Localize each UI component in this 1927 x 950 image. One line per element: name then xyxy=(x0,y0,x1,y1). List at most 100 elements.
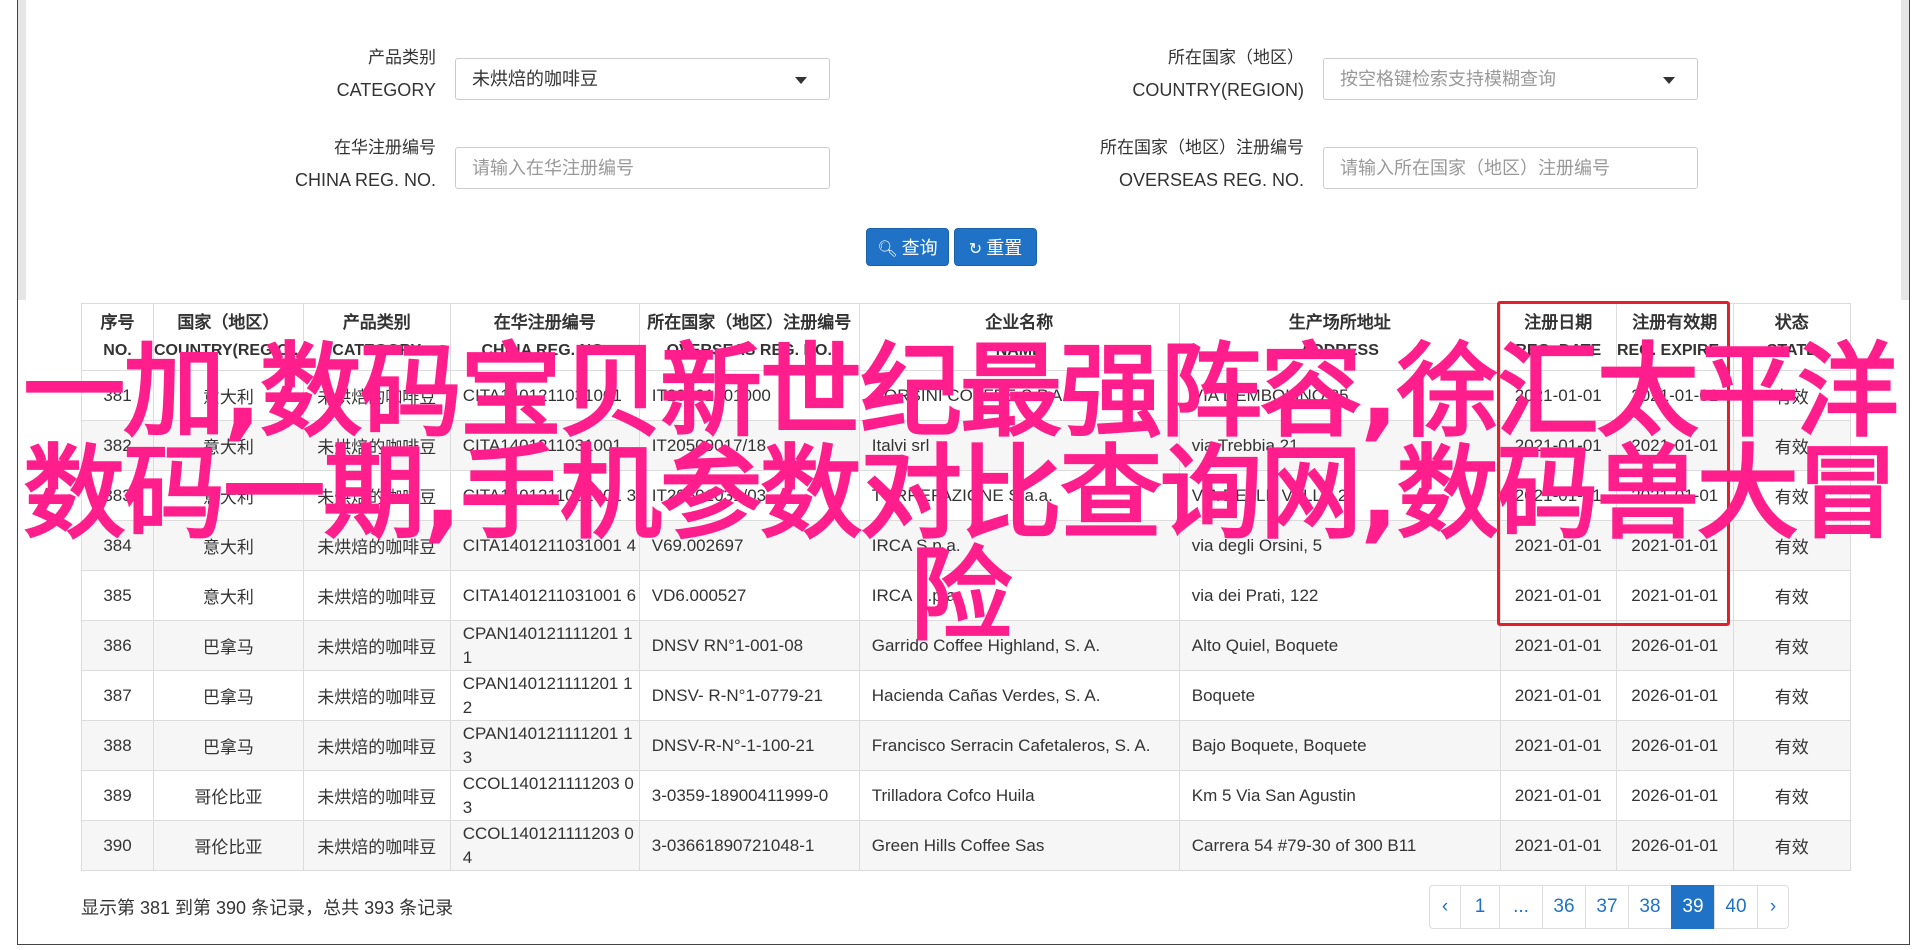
overseas-reg-input[interactable]: 请输入所在国家（地区）注册编号 xyxy=(1323,147,1698,189)
cell-reg-expire: 2026-01-01 xyxy=(1615,670,1734,721)
china-reg-input[interactable]: 请输入在华注册编号 xyxy=(455,147,830,189)
cell-country: 意大利 xyxy=(153,520,304,571)
cell-address: Bajo Boquete, Boquete xyxy=(1178,720,1501,771)
cell-name: IRCA S.p.a. xyxy=(858,520,1180,571)
country-select[interactable]: 按空格键检索支持模糊查询 xyxy=(1323,58,1698,100)
cell-name: IRCA S.p.a. xyxy=(858,570,1180,621)
cell-address: Alto Quiel, Boquete xyxy=(1178,620,1501,671)
cell-address: via Trebbia 21 xyxy=(1178,420,1501,471)
overseas-reg-label: 所在国家（地区）注册编号 OVERSEAS REG. NO. xyxy=(1100,138,1304,190)
cell-category: 未烘焙的咖啡豆 xyxy=(302,420,451,471)
cell-overseas-reg: IT20501001000 xyxy=(638,370,860,421)
cell-address: Carrera 54 #79-30 of 300 B11 xyxy=(1178,820,1501,871)
cell-overseas-reg: 3-0359-18900411999-0 xyxy=(638,770,860,821)
cell-name: Hacienda Cañas Verdes, S. A. xyxy=(858,670,1180,721)
cell-address: Km 5 Via San Agustin xyxy=(1178,770,1501,821)
cell-country: 哥伦比亚 xyxy=(153,770,304,821)
cell-state: 有效 xyxy=(1732,470,1851,521)
country-label: 所在国家（地区） COUNTRY(REGION) xyxy=(1132,48,1304,100)
cell-china-reg: CPAN140121111201 11 xyxy=(449,620,640,671)
cell-category: 未烘焙的咖啡豆 xyxy=(302,620,451,671)
cell-no: 383 xyxy=(81,470,154,521)
col-header-state[interactable]: 状态 STATE xyxy=(1732,303,1851,371)
cell-no: 385 xyxy=(81,570,154,621)
china-reg-label: 在华注册编号 CHINA REG. NO. xyxy=(294,138,436,190)
cell-reg-date: 2021-01-01 xyxy=(1499,820,1617,871)
chevron-down-icon xyxy=(1663,77,1675,84)
cell-country: 巴拿马 xyxy=(153,720,304,771)
cell-state: 有效 xyxy=(1732,820,1851,871)
cell-china-reg: CCOL140121111203 03 xyxy=(449,770,640,821)
cell-overseas-reg: IT20509017/18 xyxy=(638,420,860,471)
table-row[interactable]: 388 巴拿马 未烘焙的咖啡豆 CPAN140121111201 13 DNSV-R-N… xyxy=(81,720,1851,771)
cell-china-reg: CITA1401211031001 3 xyxy=(449,470,640,521)
cell-country: 哥伦比亚 xyxy=(153,820,304,871)
cell-state: 有效 xyxy=(1732,570,1851,621)
cell-overseas-reg: 3-03661890721048-1 xyxy=(638,820,860,871)
cell-country: 巴拿马 xyxy=(153,620,304,671)
col-header-china-reg[interactable]: 在华注册编号 CHINA REG. NO. xyxy=(449,303,640,371)
cell-category: 未烘焙的咖啡豆 xyxy=(302,520,451,571)
page-button-38[interactable]: 38 xyxy=(1628,885,1672,929)
table-row[interactable]: 387 巴拿马 未烘焙的咖啡豆 CPAN140121111201 12 DNSV- R-… xyxy=(81,670,1851,721)
cell-address: VIA DELLE VALLE 2 xyxy=(1178,470,1501,521)
prev-page-button[interactable]: ‹ xyxy=(1429,885,1461,929)
table-row[interactable]: 390 哥伦比亚 未烘焙的咖啡豆 CCOL140121111203 04 3-03661… xyxy=(81,820,1851,871)
page-button-39[interactable]: 39 xyxy=(1671,885,1715,929)
cell-name: CORSINI COFFEE S.P.A. xyxy=(858,370,1180,421)
cell-state: 有效 xyxy=(1732,720,1851,771)
cell-address: VIA DEMBOLINO 85 xyxy=(1178,370,1501,421)
cell-overseas-reg: DNSV- R-N°1-0779-21 xyxy=(638,670,860,721)
cell-china-reg: CPAN140121111201 12 xyxy=(449,670,640,721)
col-header-overseas-reg[interactable]: 所在国家（地区）注册编号 OVERSEAS REG. NO. xyxy=(638,303,860,371)
category-select[interactable]: 未烘焙的咖啡豆 xyxy=(455,58,830,100)
cell-reg-expire: 2026-01-01 xyxy=(1615,720,1734,771)
cell-reg-date: 2021-01-01 xyxy=(1499,720,1617,771)
pagination-info: 显示第 381 到第 390 条记录，总共 393 条记录 xyxy=(81,898,454,918)
table-row[interactable]: 389 哥伦比亚 未烘焙的咖啡豆 CCOL140121111203 03 3-0359-… xyxy=(81,770,1851,821)
cell-state: 有效 xyxy=(1732,670,1851,721)
page-button-36[interactable]: 36 xyxy=(1542,885,1586,929)
cell-country: 巴拿马 xyxy=(153,670,304,721)
cell-name: TORREFAZIONE S.a.a. xyxy=(858,470,1180,521)
cell-category: 未烘焙的咖啡豆 xyxy=(302,820,451,871)
col-header-address[interactable]: 生产场所地址 ADDRESS xyxy=(1178,303,1501,371)
search-button[interactable]: 🔍︎ 查询 xyxy=(866,228,949,266)
date-highlight-box xyxy=(1497,301,1730,626)
cell-overseas-reg: V69.002697 xyxy=(638,520,860,571)
col-header-country[interactable]: 国家（地区） COUNTRY(REGIO... xyxy=(153,303,304,371)
right-scrollbar[interactable] xyxy=(1901,0,1909,300)
cell-no: 381 xyxy=(81,370,154,421)
cell-category: 未烘焙的咖啡豆 xyxy=(302,770,451,821)
cell-overseas-reg: VD6.000527 xyxy=(638,570,860,621)
page-button-37[interactable]: 37 xyxy=(1585,885,1629,929)
next-page-button[interactable]: › xyxy=(1757,885,1789,929)
cell-china-reg: CITA1401211031001 6 xyxy=(449,570,640,621)
page-button-1[interactable]: 1 xyxy=(1460,885,1500,929)
cell-no: 387 xyxy=(81,670,154,721)
cell-state: 有效 xyxy=(1732,370,1851,421)
search-icon: 🔍︎ xyxy=(877,241,898,258)
cell-name: Garrido Coffee Highland, S. A. xyxy=(858,620,1180,671)
cell-category: 未烘焙的咖啡豆 xyxy=(302,370,451,421)
cell-address: Boquete xyxy=(1178,670,1501,721)
page-ellipsis: ... xyxy=(1499,885,1543,929)
cell-category: 未烘焙的咖啡豆 xyxy=(302,670,451,721)
cell-no: 386 xyxy=(81,620,154,671)
table-row[interactable]: 386 巴拿马 未烘焙的咖啡豆 CPAN140121111201 11 DNSV RN°… xyxy=(81,620,1851,671)
left-scrollbar[interactable] xyxy=(18,0,26,300)
cell-country: 意大利 xyxy=(153,570,304,621)
col-header-name[interactable]: 企业名称 NAME xyxy=(858,303,1180,371)
cell-china-reg: CITA1401211031001 xyxy=(449,370,640,421)
cell-reg-date: 2021-01-01 xyxy=(1499,670,1617,721)
cell-name: Green Hills Coffee Sas xyxy=(858,820,1180,871)
col-header-no[interactable]: 序号 NO. xyxy=(81,303,154,371)
cell-country: 意大利 xyxy=(153,420,304,471)
cell-reg-expire: 2026-01-01 xyxy=(1615,620,1734,671)
reset-button[interactable]: ↻ 重置 xyxy=(954,228,1037,266)
page-button-40[interactable]: 40 xyxy=(1714,885,1758,929)
cell-state: 有效 xyxy=(1732,520,1851,571)
col-header-category[interactable]: 产品类别 CATEGORY xyxy=(302,303,451,371)
cell-reg-date: 2021-01-01 xyxy=(1499,620,1617,671)
cell-state: 有效 xyxy=(1732,620,1851,671)
